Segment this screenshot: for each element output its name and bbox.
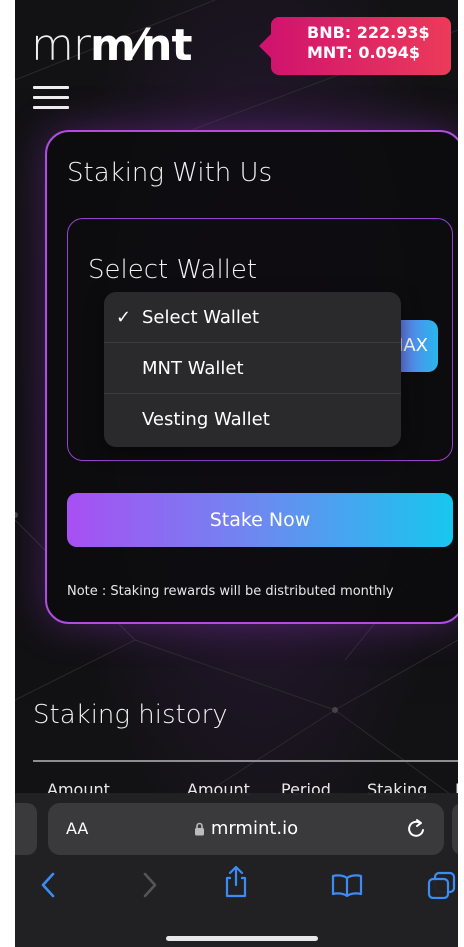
screenshot-frame-left — [0, 0, 15, 947]
tabs-icon[interactable] — [427, 871, 457, 899]
url-text: mrmint.io — [210, 818, 299, 839]
previous-tab-pill[interactable] — [15, 803, 37, 855]
address-bar[interactable]: AA mrmint.io — [48, 803, 444, 855]
staking-note: Note : Staking rewards will be distribut… — [67, 584, 394, 599]
next-tab-pill[interactable] — [452, 803, 458, 855]
menu-icon[interactable] — [33, 86, 69, 112]
stake-now-button[interactable]: Stake Now — [67, 493, 453, 547]
dropdown-option-vesting-wallet[interactable]: Vesting Wallet — [104, 394, 401, 445]
dropdown-option-mnt-wallet[interactable]: MNT Wallet — [104, 343, 401, 394]
wallet-dropdown-menu: ✓ Select Wallet MNT Wallet Vesting Walle… — [104, 292, 401, 447]
logo-text-bold: m⁄nt — [89, 20, 193, 71]
history-divider — [33, 760, 458, 762]
bnb-price: BNB: 222.93$ — [307, 23, 430, 42]
share-icon[interactable] — [223, 865, 249, 899]
staking-title: Staking With Us — [67, 158, 273, 188]
dropdown-option-label: Select Wallet — [142, 307, 260, 328]
app-viewport: mrm⁄nt BNB: 222.93$ MNT: 0.094$ Staking … — [15, 0, 458, 947]
bookmarks-icon[interactable] — [331, 873, 363, 897]
back-icon[interactable] — [39, 871, 57, 899]
mnt-price: MNT: 0.094$ — [307, 43, 421, 62]
url-display: mrmint.io — [48, 803, 444, 855]
price-ticker-badge: BNB: 222.93$ MNT: 0.094$ — [259, 17, 451, 75]
checkmark-icon: ✓ — [116, 307, 132, 328]
reload-icon[interactable] — [406, 817, 428, 841]
staking-history-title: Staking history — [33, 700, 228, 730]
browser-toolbar: AA mrmint.io — [15, 793, 458, 947]
dropdown-option-label: MNT Wallet — [142, 358, 244, 379]
dropdown-option-select-wallet[interactable]: ✓ Select Wallet — [104, 292, 401, 343]
select-wallet-label: Select Wallet — [88, 255, 258, 285]
logo-text-light: mr — [31, 20, 91, 71]
lock-icon — [194, 822, 204, 836]
home-indicator — [166, 936, 318, 941]
screenshot-frame-right — [458, 0, 464, 947]
forward-icon[interactable] — [141, 871, 159, 899]
mrmint-logo[interactable]: mrm⁄nt — [31, 20, 193, 72]
dropdown-option-label: Vesting Wallet — [142, 409, 270, 430]
